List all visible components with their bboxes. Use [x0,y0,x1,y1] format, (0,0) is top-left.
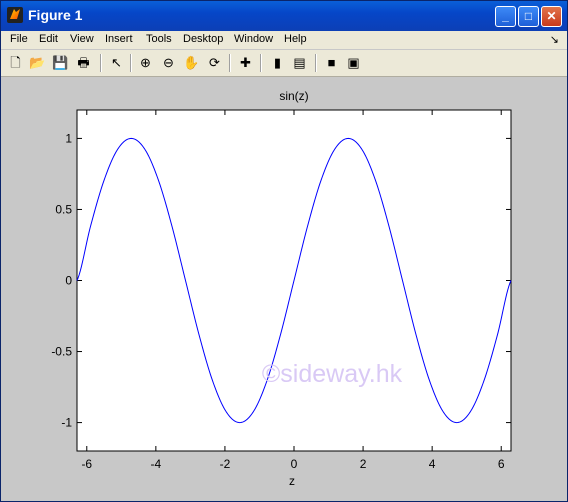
y-tick-label: -1 [61,416,72,430]
x-tick-label: 2 [360,457,367,471]
sine-chart: sin(z) z -6 -4 -2 0 2 4 6 1 0.5 0 -0.5 -1 ©sideway.… [51,89,512,488]
watermark-text: ©sideway.hk [262,360,403,388]
y-tick-label: 1 [65,131,72,145]
y-tick-label: 0 [65,274,72,288]
chart-title: sin(z) [279,89,308,103]
x-tick-label: -4 [151,457,162,471]
x-tick-label: 6 [498,457,505,471]
x-axis-label: z [289,474,295,488]
y-tick-label: -0.5 [51,345,72,359]
x-tick-label: 4 [429,457,436,471]
x-tick-label: 0 [291,457,298,471]
x-tick-label: -6 [81,457,92,471]
y-tick-label: 0.5 [55,202,72,216]
x-tick-label: -2 [220,457,231,471]
